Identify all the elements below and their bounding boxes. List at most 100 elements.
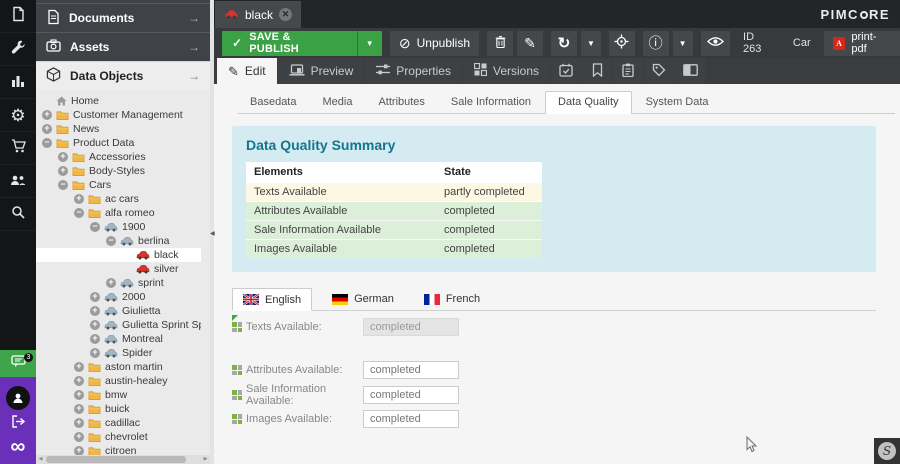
rail-tools-button[interactable] xyxy=(0,33,36,66)
rail-documents-button[interactable] xyxy=(0,0,36,33)
expand-icon[interactable]: + xyxy=(74,446,84,455)
collapse-icon[interactable]: − xyxy=(42,138,52,148)
tree-item[interactable]: +citroen xyxy=(36,444,201,455)
info-options-button[interactable]: ▼ xyxy=(673,31,693,56)
info-button[interactable]: ⓘ xyxy=(643,31,669,56)
tree-item[interactable]: silver xyxy=(36,262,201,276)
rail-customers-button[interactable] xyxy=(0,165,36,198)
preview-visibility-button[interactable] xyxy=(701,31,730,56)
expand-icon[interactable]: + xyxy=(90,306,100,316)
accordion-documents[interactable]: Documents → xyxy=(36,3,210,32)
collapse-icon[interactable]: − xyxy=(90,222,100,232)
scroll-left-icon[interactable]: ◀ xyxy=(36,455,45,464)
tree-item[interactable]: +cadillac xyxy=(36,416,201,430)
tree-item[interactable]: +Gulietta Sprint Specia xyxy=(36,318,201,332)
expand-icon[interactable]: + xyxy=(74,404,84,414)
tree-item[interactable]: +News xyxy=(36,122,201,136)
tree-item[interactable]: Home xyxy=(36,94,201,108)
field-input[interactable] xyxy=(363,318,459,336)
tree-item[interactable]: −berlina xyxy=(36,234,201,248)
tree-horizontal-scrollbar[interactable]: ◀ ▶ xyxy=(36,455,210,464)
tree-item[interactable]: +ac cars xyxy=(36,192,201,206)
tree-item[interactable]: +Accessories xyxy=(36,150,201,164)
save-publish-button[interactable]: ✓SAVE & PUBLISH ▼ xyxy=(222,31,382,56)
field-input[interactable] xyxy=(363,410,459,428)
rail-ecommerce-button[interactable] xyxy=(0,132,36,165)
expand-icon[interactable]: + xyxy=(74,432,84,442)
expand-icon[interactable]: + xyxy=(90,348,100,358)
tree-item[interactable]: +Customer Management xyxy=(36,108,201,122)
tab-data-quality[interactable]: Data Quality xyxy=(545,91,632,114)
tree-item[interactable]: −Cars xyxy=(36,178,201,192)
delete-button[interactable] xyxy=(487,31,513,56)
logout-icon[interactable] xyxy=(11,415,26,433)
tab-properties[interactable]: Properties xyxy=(365,58,462,84)
panel-splitter[interactable]: ◀ xyxy=(210,0,214,464)
print-pdf-button[interactable]: A print-pdf xyxy=(824,31,900,56)
expand-icon[interactable]: + xyxy=(42,110,52,120)
accordion-assets[interactable]: Assets → xyxy=(36,32,210,61)
expand-icon[interactable]: + xyxy=(42,124,52,134)
collapse-icon[interactable]: − xyxy=(106,236,116,246)
tree-item[interactable]: +chevrolet xyxy=(36,430,201,444)
expand-icon[interactable]: + xyxy=(90,292,100,302)
scroll-right-icon[interactable]: ▶ xyxy=(201,455,210,464)
tab-document-view[interactable] xyxy=(675,58,705,84)
tab-black[interactable]: black ✕ xyxy=(215,1,301,28)
expand-icon[interactable]: + xyxy=(74,362,84,372)
language-tab-english[interactable]: English xyxy=(232,288,312,311)
expand-icon[interactable]: + xyxy=(58,152,68,162)
close-icon[interactable]: ✕ xyxy=(279,8,292,21)
expand-icon[interactable]: + xyxy=(74,390,84,400)
tree-item[interactable]: +2000 xyxy=(36,290,201,304)
collapse-panel-icon[interactable]: ◀ xyxy=(210,230,215,237)
tab-sale-information[interactable]: Sale Information xyxy=(439,92,543,113)
tree-item[interactable]: +aston martin xyxy=(36,360,201,374)
expand-icon[interactable]: + xyxy=(74,194,84,204)
tab-edit[interactable]: ✎ Edit xyxy=(217,58,277,84)
unpublish-button[interactable]: ⊘ Unpublish xyxy=(390,31,479,56)
avatar[interactable] xyxy=(6,386,30,410)
language-tab-french[interactable]: French xyxy=(414,288,490,310)
rename-button[interactable]: ✎ xyxy=(517,31,543,56)
accordion-data-objects[interactable]: Data Objects → xyxy=(36,61,210,90)
tree-item[interactable]: −alfa romeo xyxy=(36,206,201,220)
locate-in-tree-button[interactable] xyxy=(609,31,635,56)
tree-item[interactable]: +Spider xyxy=(36,346,201,360)
expand-icon[interactable]: + xyxy=(74,376,84,386)
tree-item[interactable]: +Body-Styles xyxy=(36,164,201,178)
rail-reports-button[interactable] xyxy=(0,66,36,99)
rail-search-button[interactable] xyxy=(0,198,36,231)
reload-options-button[interactable]: ▼ xyxy=(581,31,601,56)
rail-settings-button[interactable]: ⚙ xyxy=(0,99,36,132)
chat-button[interactable]: 3 xyxy=(0,350,36,377)
expand-icon[interactable]: + xyxy=(90,334,100,344)
tab-preview[interactable]: Preview xyxy=(278,58,365,84)
language-tab-german[interactable]: German xyxy=(322,288,404,310)
expand-icon[interactable]: + xyxy=(58,166,68,176)
expand-icon[interactable]: + xyxy=(90,320,100,330)
tab-versions[interactable]: Versions xyxy=(463,58,550,84)
tree-item[interactable]: +austin-healey xyxy=(36,374,201,388)
tree-item[interactable]: +Giulietta xyxy=(36,304,201,318)
tree-item[interactable]: +bmw xyxy=(36,388,201,402)
tree-item[interactable]: +sprint xyxy=(36,276,201,290)
tree-item[interactable]: −Product Data xyxy=(36,136,201,150)
collapse-icon[interactable]: − xyxy=(58,180,68,190)
tab-attributes[interactable]: Attributes xyxy=(366,92,436,113)
field-input[interactable] xyxy=(363,386,459,404)
tree-item[interactable]: −1900 xyxy=(36,220,201,234)
tree-item[interactable]: black xyxy=(36,248,201,262)
tab-media[interactable]: Media xyxy=(310,92,364,113)
scrollbar-thumb[interactable] xyxy=(46,456,186,463)
tab-tags[interactable] xyxy=(644,58,674,84)
pimcore-infinity-logo-icon[interactable]: ∞ xyxy=(11,438,26,456)
tree-item[interactable]: +Montreal xyxy=(36,332,201,346)
tab-reports[interactable] xyxy=(613,58,643,84)
tree-item[interactable]: +buick xyxy=(36,402,201,416)
symfony-debug-toolbar[interactable]: S xyxy=(874,438,900,464)
tab-notes[interactable] xyxy=(582,58,612,84)
expand-icon[interactable]: + xyxy=(106,278,116,288)
field-input[interactable] xyxy=(363,361,459,379)
expand-icon[interactable]: + xyxy=(74,418,84,428)
